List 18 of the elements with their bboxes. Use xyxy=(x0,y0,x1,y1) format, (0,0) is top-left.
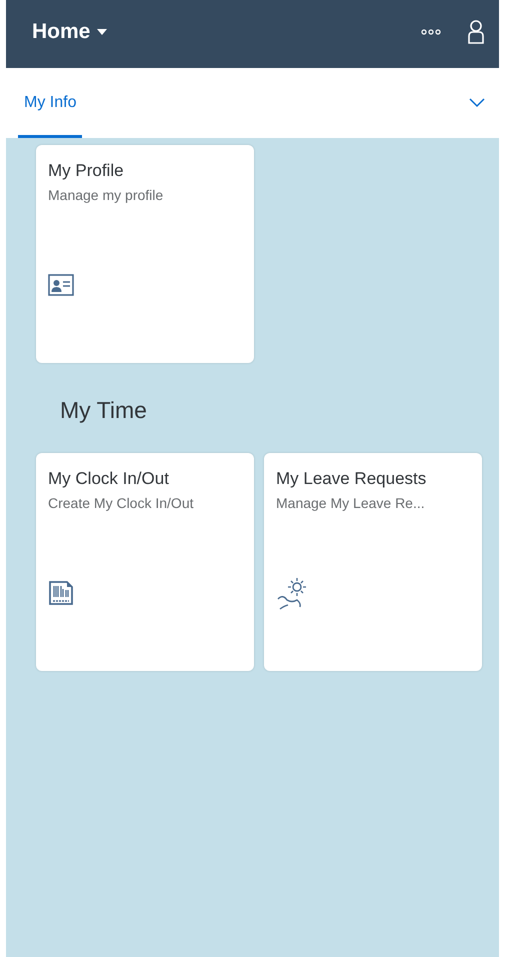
tile-title: My Leave Requests xyxy=(276,469,428,489)
more-icon[interactable] xyxy=(421,29,441,35)
tab[interactable]: My Info xyxy=(18,71,82,138)
caret-icon xyxy=(96,28,108,36)
chevron-down-icon[interactable] xyxy=(469,98,485,108)
tile-subtitle: Manage my profile xyxy=(48,187,164,203)
tile-title: My Profile xyxy=(48,161,125,181)
user-icon[interactable] xyxy=(467,20,485,44)
app-tile[interactable]: My Profile Manage my profile xyxy=(36,145,254,363)
group-title: My Time xyxy=(60,397,148,425)
tile-subtitle: Create My Clock In/Out xyxy=(48,495,194,511)
app-tile[interactable]: My Leave Requests Manage My Leave Re... xyxy=(264,453,482,671)
barcode-document-icon xyxy=(48,580,74,606)
tile-title: My Clock In/Out xyxy=(48,469,170,489)
app-tile[interactable]: My Clock In/Out Create My Clock In/Out xyxy=(36,453,254,671)
tile-subtitle: Manage My Leave Re... xyxy=(276,495,426,511)
home-menu-button[interactable]: Home xyxy=(32,20,108,44)
id-card-icon xyxy=(48,274,74,296)
